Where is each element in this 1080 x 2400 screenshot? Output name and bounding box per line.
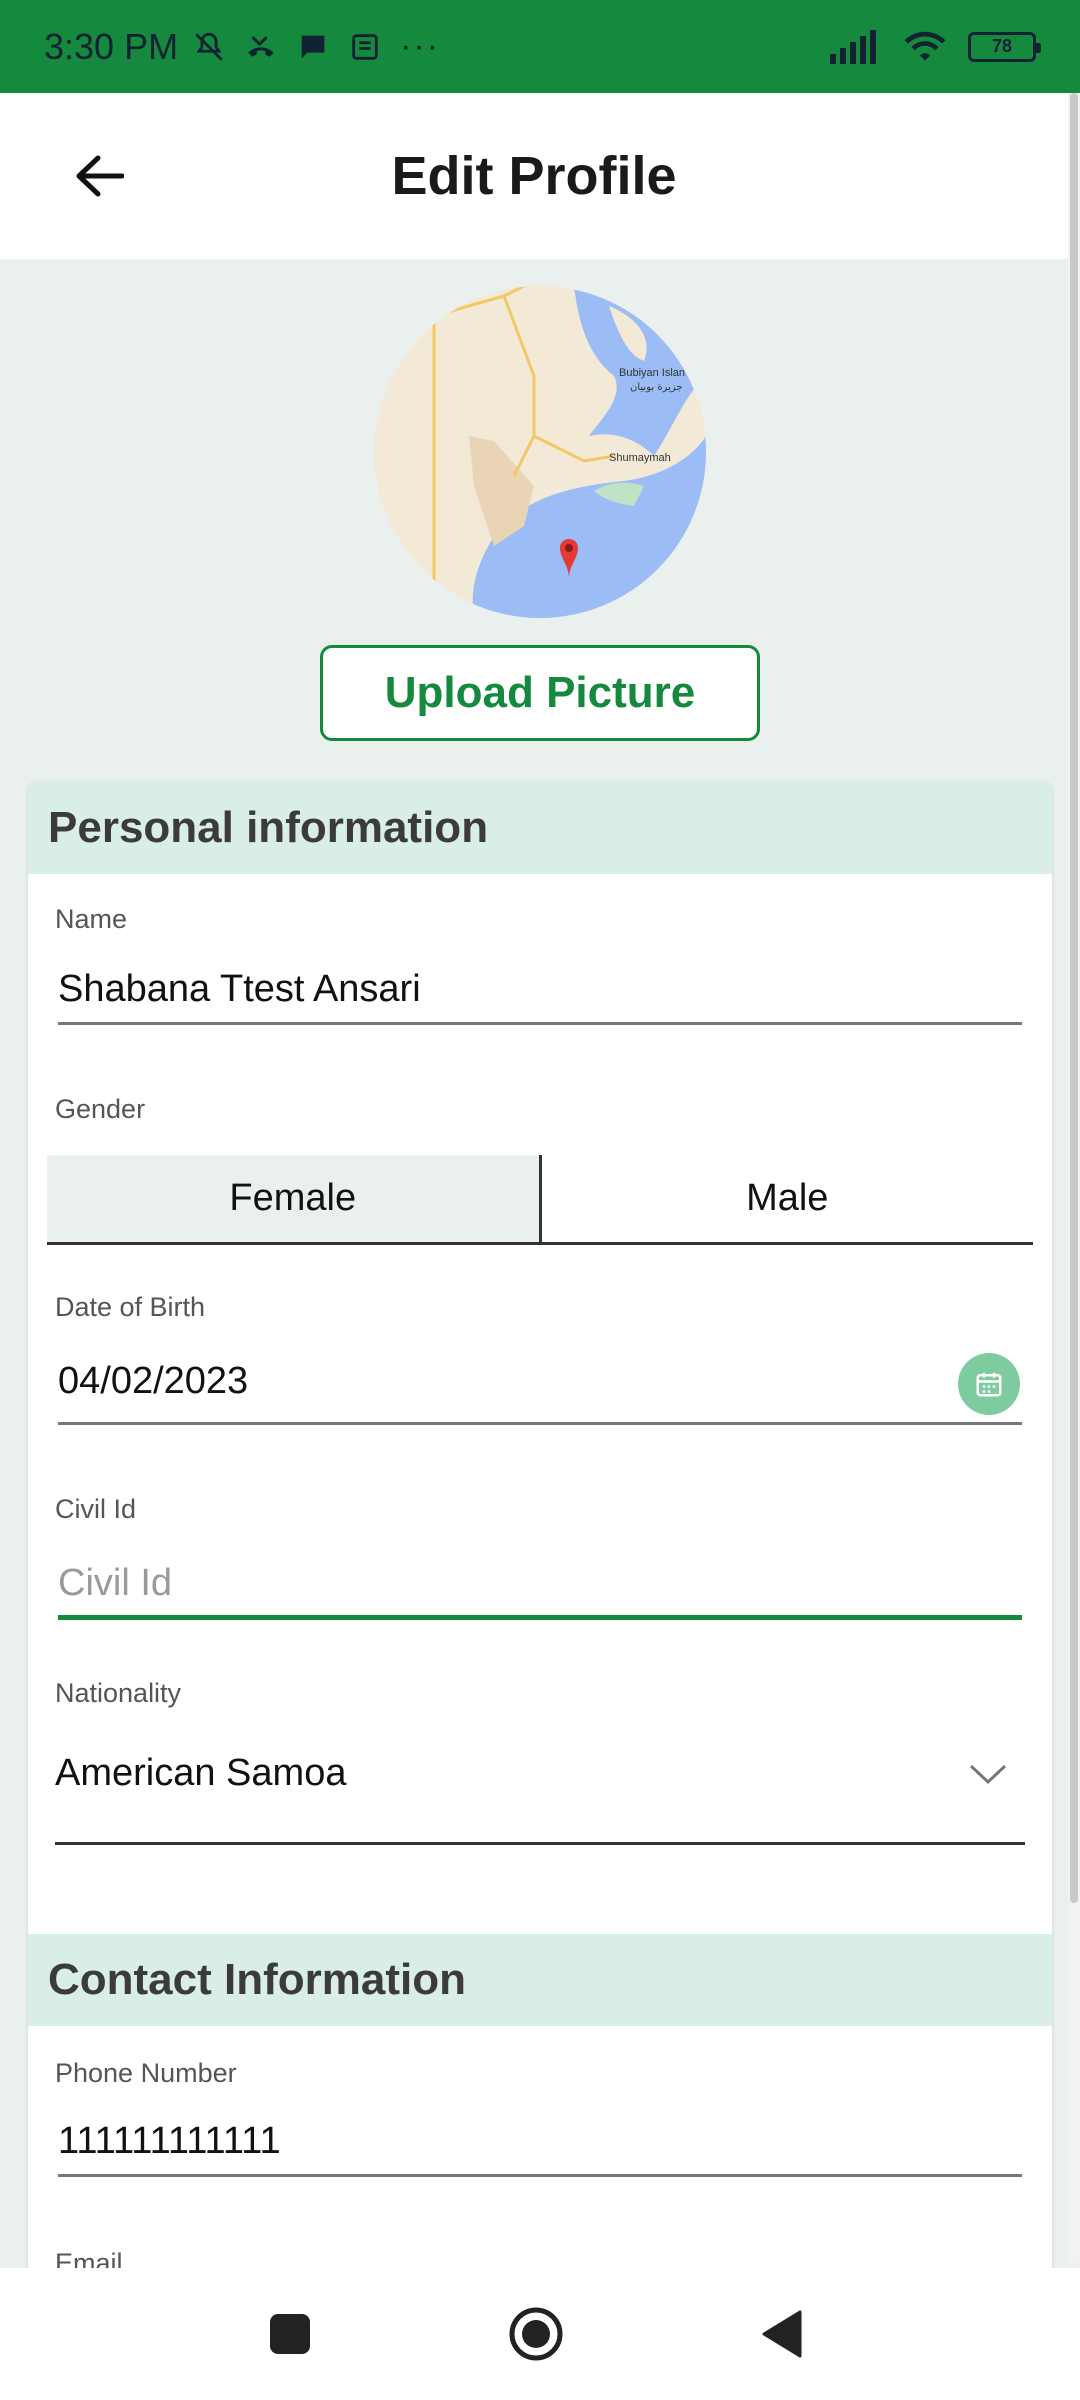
personal-info-header: Personal information [28,782,1052,874]
home-button[interactable] [476,2268,596,2400]
nationality-dropdown[interactable]: American Samoa [55,1752,346,1795]
status-time: 3:30 PM [44,25,179,67]
wifi-icon [904,31,946,61]
svg-text:Shumaymah: Shumaymah [609,452,671,464]
nationality-underline [55,1842,1025,1845]
battery-icon: 78 [968,31,1041,62]
more-notifications-icon: ··· [400,27,441,65]
profile-form-card: Personal information Name Shabana Ttest … [28,782,1052,2272]
svg-text:جزيرة بوبيان: جزيرة بوبيان [630,382,683,393]
scrollbar[interactable] [1068,93,1080,2263]
news-icon [352,33,378,60]
scrollbar-thumb[interactable] [1070,93,1078,1903]
arrow-left-icon [76,155,124,197]
status-bar: 3:30 PM ··· 78 [0,0,1080,93]
app-bar: Edit Profile [0,93,1068,259]
gender-option-female[interactable]: Female [47,1155,542,1242]
system-nav-bar [0,2268,1080,2400]
civil-id-underline [58,1615,1022,1620]
notification-icons: ··· [192,27,440,66]
phone-label: Phone Number [55,2058,237,2088]
svg-text:Bubiyan Islan: Bubiyan Islan [619,367,685,379]
name-input[interactable]: Shabana Ttest Ansari [58,968,421,1011]
gender-label: Gender [55,1094,146,1124]
chevron-down-icon[interactable] [968,1762,1008,1786]
recents-button[interactable] [230,2268,350,2400]
triangle-back-icon [762,2310,802,2358]
map-image: Bubiyan Islan جزيرة بوبيان Shumaymah [374,286,706,618]
page-title: Edit Profile [391,146,677,206]
mute-icon [195,32,223,61]
square-icon [270,2314,310,2354]
back-button[interactable] [66,143,132,209]
name-underline [58,1022,1022,1025]
nationality-label: Nationality [55,1678,182,1708]
profile-picture: Bubiyan Islan جزيرة بوبيان Shumaymah [374,286,706,618]
signal-icon [830,29,876,64]
calendar-icon [976,1372,1002,1397]
civil-id-label: Civil Id [55,1494,137,1524]
gender-option-male[interactable]: Male [542,1155,1034,1242]
missed-call-icon [248,35,274,57]
dob-input[interactable]: 04/02/2023 [58,1360,248,1403]
message-icon [301,35,325,58]
dob-underline [58,1422,1022,1425]
civil-id-input[interactable]: Civil Id [58,1562,172,1605]
gender-selector: Female Male [47,1155,1033,1245]
upload-picture-button[interactable]: Upload Picture [320,645,760,741]
circle-icon [509,2307,563,2361]
phone-input[interactable]: 111111111111 [58,2120,281,2163]
contact-info-header: Contact Information [28,1934,1052,2026]
dob-label: Date of Birth [55,1292,206,1322]
calendar-button[interactable] [958,1353,1020,1415]
name-label: Name [55,904,128,934]
phone-underline [58,2174,1022,2177]
back-nav-button[interactable] [722,2268,842,2400]
